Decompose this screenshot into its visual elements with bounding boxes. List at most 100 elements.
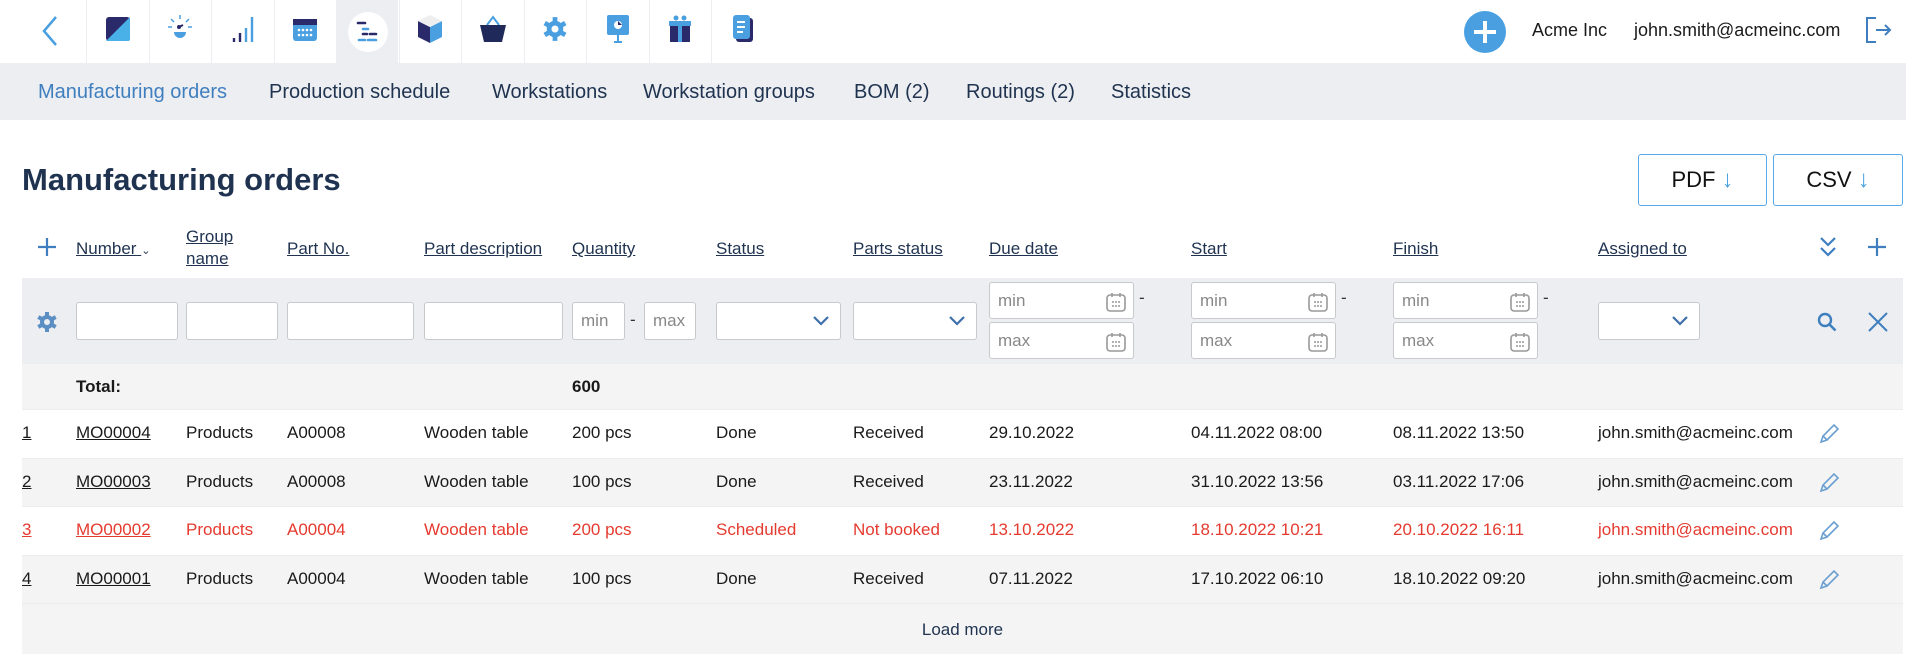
part-no-filter-input[interactable] <box>287 302 414 340</box>
edit-pencil-icon[interactable] <box>1817 422 1841 451</box>
quantity-min-input-placeholder: min <box>581 311 609 330</box>
due-date-min-input-placeholder: min <box>998 290 1026 310</box>
header-assigned-to[interactable]: Assigned to <box>1598 238 1687 260</box>
order-number-link[interactable]: MO00002 <box>76 520 151 540</box>
app-calendar-button[interactable] <box>273 0 336 63</box>
load-more-button[interactable]: Load more <box>22 603 1903 654</box>
gift-icon <box>668 15 692 48</box>
parts-status: Received <box>853 423 924 442</box>
download-arrow-icon: ↓ <box>1857 166 1870 193</box>
header-due-date[interactable]: Due date <box>989 238 1058 260</box>
total-label: Total: <box>76 377 122 396</box>
calendar-icon[interactable] <box>1105 331 1127 353</box>
row-index[interactable]: 1 <box>22 423 31 443</box>
finish: 18.10.2022 09:20 <box>1393 568 1526 588</box>
subnav-production-schedule[interactable]: Production schedule <box>269 81 450 104</box>
edit-pencil-icon[interactable] <box>1817 471 1841 500</box>
calendar-icon[interactable] <box>1509 291 1531 313</box>
row-index[interactable]: 3 <box>22 520 31 540</box>
status: Done <box>716 568 757 588</box>
subnav-manufacturing-orders[interactable]: Manufacturing orders <box>38 81 227 104</box>
calendar-icon[interactable] <box>1105 291 1127 313</box>
calendar-icon[interactable] <box>1509 331 1531 353</box>
calendar-icon[interactable] <box>1307 331 1329 353</box>
calendar-icon[interactable] <box>1307 291 1329 313</box>
subnav-statistics[interactable]: Statistics <box>1111 81 1191 104</box>
due-date: 13.10.2022 <box>989 520 1075 539</box>
row-index[interactable]: 4 <box>22 569 31 589</box>
group-name-filter-input[interactable] <box>186 302 278 340</box>
edit-pencil-icon[interactable] <box>1817 568 1841 597</box>
app-production-button[interactable] <box>336 0 398 63</box>
row-index[interactable]: 2 <box>22 472 31 492</box>
app-sales-button[interactable] <box>461 0 523 63</box>
add-row-icon[interactable] <box>36 236 58 263</box>
header-start[interactable]: Start <box>1191 238 1227 260</box>
app-presentation-button[interactable] <box>586 0 648 63</box>
download-arrow-icon: ↓ <box>1721 166 1734 193</box>
csv-label: CSV <box>1806 167 1852 192</box>
quantity-min-input[interactable]: min <box>572 302 625 340</box>
start-min-input-placeholder: min <box>1200 290 1228 310</box>
due-date-min-input[interactable]: min <box>989 282 1134 319</box>
export-csv-button[interactable]: CSV ↓ <box>1773 154 1903 206</box>
range-separator: - <box>630 310 636 329</box>
add-column-icon[interactable] <box>1866 236 1888 263</box>
back-icon[interactable] <box>40 14 60 53</box>
order-number-link[interactable]: MO00003 <box>76 472 151 492</box>
start-max-input[interactable]: max <box>1191 322 1336 359</box>
part-description-filter-input[interactable] <box>424 302 563 340</box>
status-filter-select[interactable] <box>716 302 841 340</box>
due-date-max-input[interactable]: max <box>989 322 1134 359</box>
column-settings-gear-icon[interactable] <box>36 311 58 338</box>
app-gift-button[interactable] <box>648 0 711 63</box>
export-pdf-button[interactable]: PDF ↓ <box>1638 154 1767 206</box>
parts-status-filter-select[interactable] <box>853 302 977 340</box>
clear-filters-icon[interactable] <box>1866 310 1890 339</box>
company-name[interactable]: Acme Inc <box>1532 20 1607 41</box>
logout-icon[interactable] <box>1864 15 1894 50</box>
app-ideas-button[interactable] <box>148 0 211 63</box>
order-number-link[interactable]: MO00001 <box>76 569 151 589</box>
app-documents-button[interactable] <box>711 0 773 63</box>
edit-pencil-icon[interactable] <box>1817 519 1841 548</box>
table-row: 3 MO00002 Products A00004 Wooden table 200 pc… <box>22 506 1903 554</box>
header-finish[interactable]: Finish <box>1393 238 1438 260</box>
sales-icon <box>478 14 508 49</box>
pdf-label: PDF <box>1671 167 1716 192</box>
header-part-description[interactable]: Part description <box>424 238 542 260</box>
header-status[interactable]: Status <box>716 238 764 260</box>
header-parts-status[interactable]: Parts status <box>853 238 943 260</box>
header-part-no[interactable]: Part No. <box>287 238 349 260</box>
number-filter-input[interactable] <box>76 302 178 340</box>
subnav-workstations[interactable]: Workstations <box>492 81 607 104</box>
finish: 03.11.2022 17:06 <box>1393 471 1525 491</box>
app-inventory-button[interactable] <box>398 0 461 63</box>
add-new-button[interactable] <box>1464 11 1506 53</box>
app-settings-button[interactable] <box>523 0 586 63</box>
subnav-bom[interactable]: BOM (2) <box>854 81 930 104</box>
finish-min-input[interactable]: min <box>1393 282 1538 319</box>
part-no: A00008 <box>287 423 346 442</box>
start-min-input[interactable]: min <box>1191 282 1336 319</box>
order-number-link[interactable]: MO00004 <box>76 423 151 443</box>
assigned-to-filter-select[interactable] <box>1598 302 1700 340</box>
subnav-routings[interactable]: Routings (2) <box>966 81 1075 104</box>
page-title: Manufacturing orders <box>22 162 341 197</box>
quantity: 200 pcs <box>572 423 632 442</box>
sub-navigation: Manufacturing orders Production schedule W… <box>0 63 1906 120</box>
expand-all-icon[interactable] <box>1817 235 1839 266</box>
due-date: 29.10.2022 <box>989 423 1075 442</box>
subnav-workstation-groups[interactable]: Workstation groups <box>643 81 815 104</box>
app-dashboard-button[interactable] <box>86 0 148 63</box>
app-stats-button[interactable] <box>211 0 273 63</box>
user-email[interactable]: john.smith@acmeinc.com <box>1634 20 1840 41</box>
quantity-max-input[interactable]: max <box>644 302 696 340</box>
finish: 08.11.2022 13:50 <box>1393 423 1525 442</box>
header-quantity[interactable]: Quantity <box>572 238 635 260</box>
quantity: 100 pcs <box>572 568 632 588</box>
finish-max-input[interactable]: max <box>1393 322 1538 359</box>
search-icon[interactable] <box>1815 310 1839 339</box>
header-group-name[interactable]: Group name <box>186 226 256 270</box>
header-number[interactable]: Number ⌄ <box>76 238 150 262</box>
